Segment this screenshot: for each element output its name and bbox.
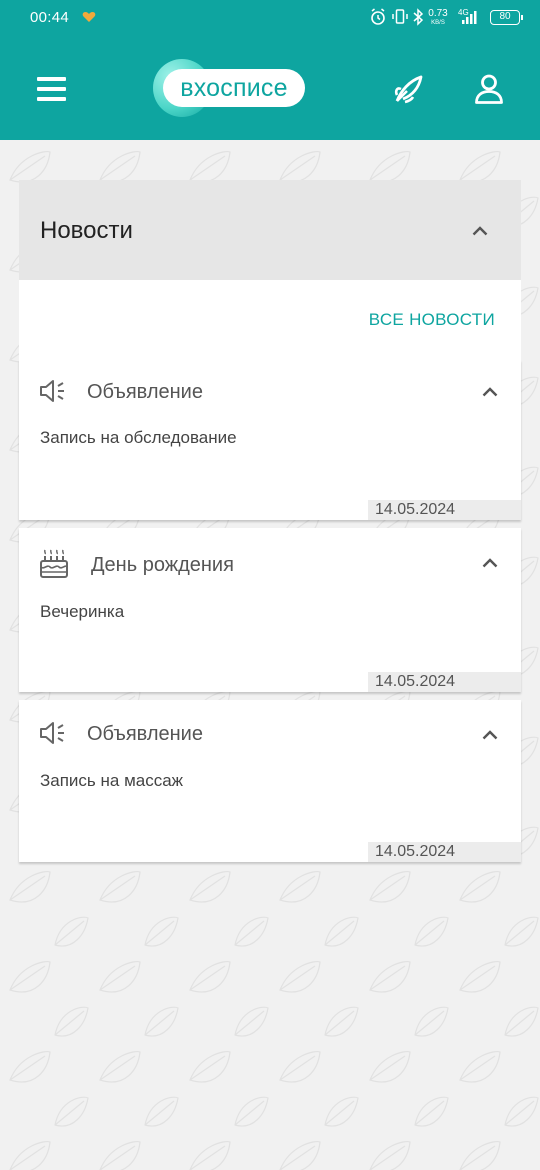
profile-button[interactable] [473, 73, 505, 105]
news-text: Запись на массаж [40, 771, 184, 790]
birthday-cake-icon [40, 549, 68, 578]
megaphone-icon [40, 380, 64, 402]
signal-icon [462, 11, 477, 24]
menu-button[interactable] [37, 77, 66, 101]
menu-icon-line [37, 87, 66, 91]
net-speed: 0.73 KB/S [428, 8, 448, 27]
news-category: День рождения [91, 554, 234, 576]
app-bar: вхосписе [0, 36, 540, 140]
quill-icon [394, 75, 423, 104]
news-category: Объявление [87, 723, 203, 745]
news-date: 14.05.2024 [368, 842, 521, 862]
status-icons: 0.73 KB/S 4G 80 [370, 8, 523, 28]
chevron-up-icon [482, 730, 498, 740]
vibrate-icon [392, 9, 408, 24]
news-date: 14.05.2024 [368, 500, 521, 520]
heart-notification-icon [82, 12, 96, 22]
alarm-icon [371, 8, 385, 25]
bluetooth-icon [413, 8, 424, 26]
news-category: Объявление [87, 381, 203, 403]
logo-text: вхосписе [180, 74, 288, 102]
news-title: Новости [40, 217, 133, 244]
news-header[interactable]: Новости [19, 180, 521, 280]
all-news-link[interactable]: ВСЕ НОВОСТИ [369, 310, 495, 330]
megaphone-icon [40, 722, 64, 744]
quill-button[interactable] [391, 73, 425, 107]
news-date: 14.05.2024 [368, 672, 521, 692]
menu-icon-line [37, 77, 66, 81]
news-card[interactable]: Объявление Запись на массаж 14.05.2024 [19, 700, 521, 862]
news-text: Вечеринка [40, 602, 125, 621]
all-news-row: ВСЕ НОВОСТИ [19, 280, 521, 360]
chevron-up-icon [482, 558, 498, 568]
battery-indicator: 80 [490, 10, 523, 25]
chevron-up-icon [482, 387, 498, 397]
news-panel: Новости ВСЕ НОВОСТИ Объявление Запись на… [19, 180, 521, 862]
news-card[interactable]: День рождения Вечеринка 14.05.2024 [19, 528, 521, 692]
menu-icon-line [37, 97, 66, 101]
app-logo: вхосписе [153, 59, 309, 117]
user-icon [475, 74, 503, 104]
news-text: Запись на обследование [40, 428, 237, 447]
news-card[interactable]: Объявление Запись на обследование 14.05.… [19, 360, 521, 520]
status-time: 00:44 [30, 9, 70, 26]
chevron-up-icon [472, 226, 488, 236]
status-bar: 00:44 0.73 KB/S 4G 80 [0, 0, 540, 36]
